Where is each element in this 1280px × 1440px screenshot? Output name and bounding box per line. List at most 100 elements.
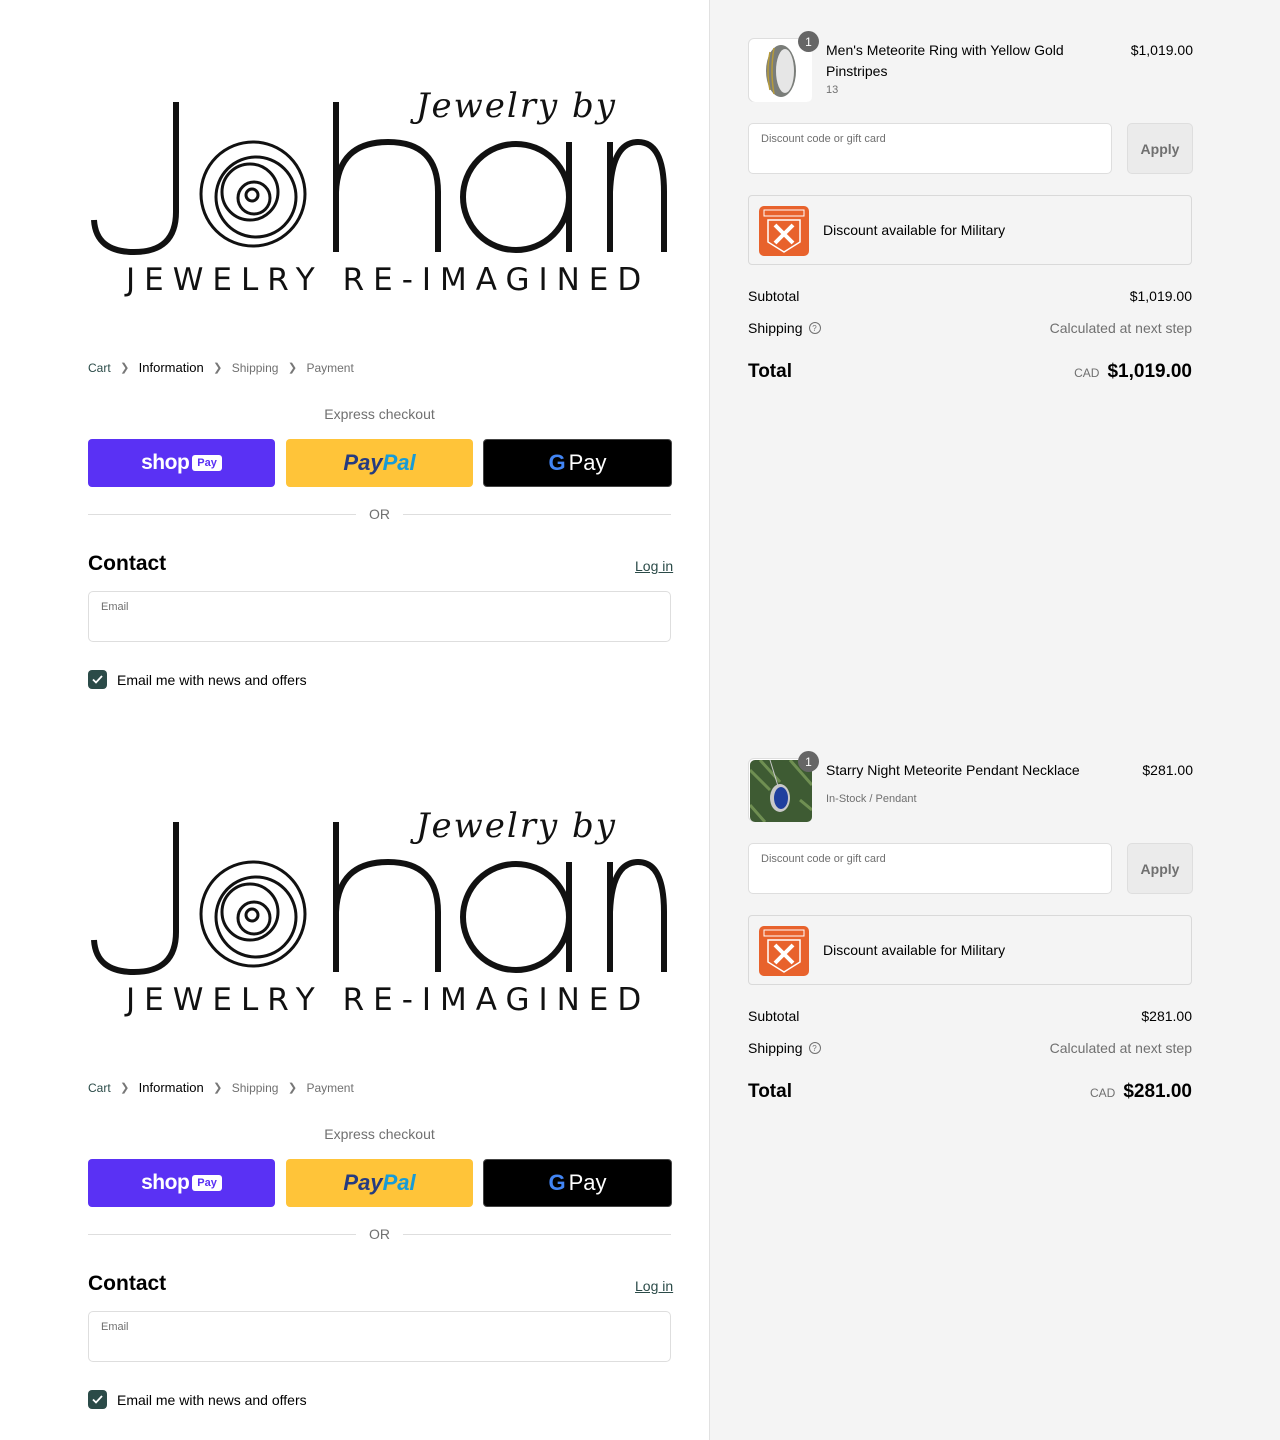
- news-optin: Email me with news and offers: [88, 670, 307, 689]
- logo-tagline: JEWELRY RE-IMAGINED: [126, 262, 651, 298]
- total-value-wrap: CAD $281.00: [1090, 1081, 1192, 1103]
- paypal-logo-part-b: Pal: [382, 1170, 416, 1195]
- total-value: $281.00: [1123, 1081, 1192, 1102]
- breadcrumb-information: Information: [138, 360, 204, 375]
- shop-pay-logo: shop: [141, 451, 190, 474]
- military-discount-banner[interactable]: Discount available for Military: [748, 915, 1192, 985]
- login-link[interactable]: Log in: [635, 1278, 673, 1294]
- news-optin-label: Email me with news and offers: [117, 671, 307, 688]
- paypal-logo-part-b: Pal: [382, 450, 416, 475]
- shop-pay-button[interactable]: shop Pay: [88, 1159, 275, 1207]
- paypal-logo-part-a: Pay: [343, 450, 383, 475]
- apply-discount-button[interactable]: Apply: [1127, 843, 1193, 894]
- google-pay-button[interactable]: G Pay: [483, 439, 672, 487]
- shipping-label-wrap: Shipping ?: [748, 320, 821, 336]
- subtotal-value: $281.00: [1141, 1008, 1192, 1024]
- chevron-right-icon: ❯: [213, 362, 223, 374]
- google-pay-label: Pay: [568, 450, 607, 475]
- email-label: Email: [101, 601, 129, 613]
- currency-code: CAD: [1089, 1086, 1116, 1100]
- paypal-button[interactable]: Pay Pal: [286, 1159, 473, 1207]
- apply-discount-button[interactable]: Apply: [1127, 123, 1193, 174]
- shipping-label-wrap: Shipping ?: [748, 1040, 821, 1056]
- divider-line: [403, 514, 671, 515]
- logo-wordmark: [91, 822, 667, 976]
- email-field[interactable]: Email: [88, 591, 671, 642]
- product-name: Starry Night Meteorite Pendant Necklace: [826, 762, 1080, 778]
- breadcrumb-payment: Payment: [306, 1080, 354, 1095]
- discount-label: Discount code or gift card: [761, 133, 886, 145]
- logo-tagline: JEWELRY RE-IMAGINED: [126, 982, 651, 1018]
- contact-heading: Contact: [88, 1272, 167, 1295]
- product-name: Men's Meteorite Ring with Yellow Gold Pi…: [826, 42, 1064, 79]
- chevron-right-icon: ❯: [213, 1082, 223, 1094]
- product-variant: In-Stock / Pendant: [826, 793, 917, 805]
- discount-field[interactable]: Discount code or gift card: [748, 843, 1112, 894]
- order-summary-column: 1 Men's Meteorite Ring with Yellow Gold …: [709, 0, 1280, 1440]
- product-price: $1,019.00: [1130, 42, 1193, 58]
- shipping-label: Shipping: [748, 320, 803, 336]
- chevron-right-icon: ❯: [120, 1082, 130, 1094]
- chevron-right-icon: ❯: [287, 1082, 298, 1094]
- subtotal-label: Subtotal: [748, 1008, 800, 1024]
- or-divider: OR: [88, 504, 671, 524]
- google-g-icon: G: [548, 450, 566, 475]
- breadcrumb-payment: Payment: [306, 360, 354, 375]
- store-logo[interactable]: Jewelry by JEWELRY RE-IMAGINED: [88, 800, 672, 1030]
- breadcrumb-cart[interactable]: Cart: [88, 1081, 111, 1095]
- checkout-panel-1: Jewelry by JEWELRY RE-IMAGINED Cart ❯ In…: [0, 0, 709, 720]
- order-summary-1: 1 Men's Meteorite Ring with Yellow Gold …: [748, 31, 1193, 438]
- google-pay-button[interactable]: G Pay: [483, 1159, 672, 1207]
- express-checkout-buttons: shop Pay Pay Pal G Pay: [88, 1159, 672, 1207]
- express-checkout-title: Express checkout: [324, 1126, 435, 1142]
- breadcrumb-information: Information: [138, 1080, 204, 1095]
- military-discount-banner[interactable]: Discount available for Military: [748, 195, 1192, 265]
- shop-pay-badge: Pay: [192, 1175, 222, 1191]
- breadcrumb-shipping: Shipping: [231, 360, 279, 375]
- email-field[interactable]: Email: [88, 1311, 671, 1362]
- help-icon[interactable]: ?: [808, 322, 821, 334]
- email-label: Email: [101, 1321, 129, 1333]
- discount-field[interactable]: Discount code or gift card: [748, 123, 1112, 174]
- checkmark-icon: [92, 675, 103, 684]
- product-variant: 13: [826, 84, 839, 96]
- breadcrumb: Cart ❯ Information ❯ Shipping ❯ Payment: [88, 360, 354, 375]
- product-thumbnail: 1: [748, 751, 819, 822]
- news-checkbox[interactable]: [88, 1390, 107, 1409]
- idme-shield-icon: [759, 206, 809, 256]
- discount-input[interactable]: [760, 868, 1095, 888]
- breadcrumb: Cart ❯ Information ❯ Shipping ❯ Payment: [88, 1080, 354, 1095]
- shop-pay-button[interactable]: shop Pay: [88, 439, 275, 487]
- or-divider: OR: [88, 1224, 671, 1244]
- login-link[interactable]: Log in: [635, 558, 673, 574]
- military-discount-label: Discount available for Military: [823, 942, 1006, 958]
- product-thumbnail: 1: [748, 31, 819, 102]
- email-input[interactable]: [100, 616, 655, 636]
- google-g-icon: G: [548, 1170, 566, 1195]
- currency-code: CAD: [1074, 366, 1100, 380]
- quantity-badge: 1: [798, 31, 819, 52]
- total-label: Total: [748, 361, 792, 382]
- news-optin: Email me with news and offers: [88, 1390, 307, 1409]
- total-value: $1,019.00: [1107, 361, 1192, 382]
- help-icon[interactable]: ?: [808, 1042, 821, 1054]
- news-checkbox[interactable]: [88, 670, 107, 689]
- paypal-button[interactable]: Pay Pal: [286, 439, 473, 487]
- idme-shield-icon: [759, 926, 809, 976]
- chevron-right-icon: ❯: [120, 362, 130, 374]
- breadcrumb-cart[interactable]: Cart: [88, 361, 111, 375]
- total-value-wrap: CAD $1,019.00: [1074, 361, 1192, 383]
- quantity-badge: 1: [798, 751, 819, 772]
- checkout-main: Jewelry by JEWELRY RE-IMAGINED Cart ❯ In…: [0, 0, 709, 1440]
- order-summary-2: 1 Starry Night Meteorite Pendant Necklac…: [748, 751, 1193, 1158]
- shipping-value: Calculated at next step: [1049, 320, 1192, 336]
- product-price: $281.00: [1142, 762, 1193, 778]
- google-pay-label: Pay: [568, 1170, 607, 1195]
- shipping-label: Shipping: [748, 1040, 803, 1056]
- express-checkout-title: Express checkout: [324, 406, 435, 422]
- shipping-value: Calculated at next step: [1049, 1040, 1192, 1056]
- email-input[interactable]: [100, 1336, 655, 1356]
- store-logo[interactable]: Jewelry by JEWELRY RE-IMAGINED: [88, 80, 672, 310]
- discount-label: Discount code or gift card: [761, 853, 886, 865]
- discount-input[interactable]: [760, 148, 1095, 168]
